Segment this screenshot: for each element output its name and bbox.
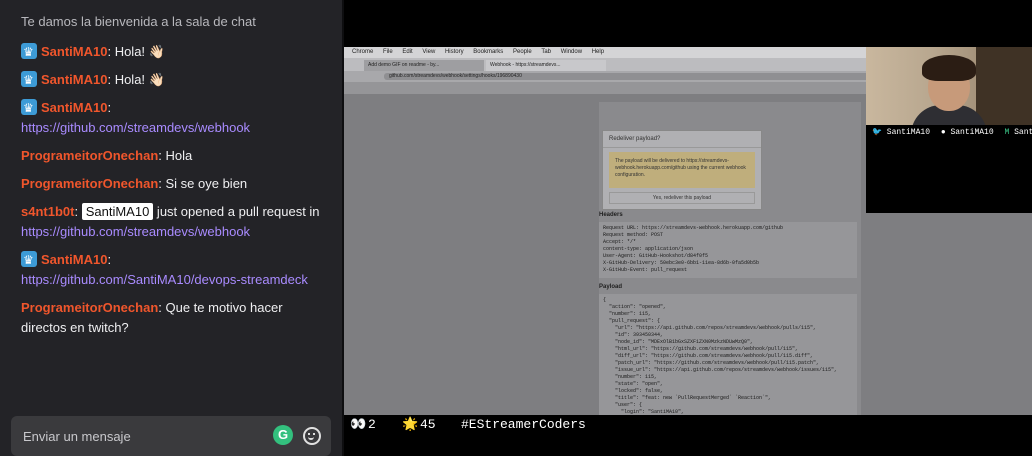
social-handle: SantiMA10	[886, 128, 930, 137]
chat-message: SantiMA10: https://github.com/SantiMA10/…	[21, 89, 709, 290]
social-handles: 🐦 SantiMA10 ● SantiMA10 M Santi	[866, 125, 1032, 141]
browser-tab: Webhook - https://streamdevs...	[486, 60, 606, 71]
modal-redeliver-button: Yes, redeliver this payload	[609, 192, 755, 204]
chat-username[interactable]: SantiMA10	[41, 44, 107, 59]
chat-text: just opened a pull request in	[153, 204, 320, 219]
headers-code: Request URL: https://streamdevs-webhook.…	[599, 222, 857, 278]
prime-crown-badge-icon[interactable]	[21, 250, 37, 270]
chat-link[interactable]: https://github.com/SantiMA10/devops-stre…	[21, 272, 308, 287]
chat-message: SantiMA10: Hola! 👋🏻	[21, 42, 709, 167]
chat-message: ProgrameitorOnechan: Si se oye bien	[21, 174, 326, 194]
chat-username[interactable]: SantiMA10	[41, 252, 107, 267]
chat-text: : Hola! 👋🏻	[107, 72, 165, 87]
chat-username[interactable]: SantiMA10	[41, 72, 107, 87]
mac-menu-item: Edit	[402, 49, 413, 55]
modal-body: The payload will be delivered to https:/…	[609, 152, 755, 188]
mac-menu-item: History	[444, 49, 464, 55]
mac-menu-item: Window	[560, 49, 583, 55]
chat-username[interactable]: ProgrameitorOnechan	[21, 148, 158, 163]
twitter-icon: 🐦	[872, 128, 882, 137]
emoji-picker-icon[interactable]	[303, 427, 321, 445]
webcam-shelf	[976, 47, 1032, 125]
mac-menu-item: View	[422, 49, 436, 55]
browser-url: github.com/streamdevs/webhook/settings/h…	[384, 73, 889, 80]
chat-username[interactable]: s4nt1b0t	[21, 204, 74, 219]
prime-crown-badge-icon[interactable]	[21, 98, 37, 118]
chat-link[interactable]: https://github.com/streamdevs/webhook	[21, 224, 250, 239]
prime-crown-badge-icon[interactable]	[21, 70, 37, 90]
overlay-black-area	[866, 141, 1032, 213]
mac-menu-item: Chrome	[352, 49, 374, 55]
webcam-person-hair	[922, 55, 976, 81]
chat-text: :	[107, 100, 112, 115]
chat-mention[interactable]: SantiMA10	[81, 203, 154, 220]
social-handle: SantiMA10	[950, 128, 994, 137]
chat-input-placeholder: Enviar un mensaje	[23, 429, 131, 444]
mac-menu-item: Tab	[541, 49, 552, 55]
headers-label: Headers	[599, 212, 623, 218]
dev-icon: M	[1004, 128, 1010, 137]
chat-text: : Si se oye bien	[158, 176, 248, 191]
chat-text: : Hola	[158, 148, 193, 163]
chat-text: :	[107, 252, 112, 267]
chat-message: ProgrameitorOnechan: Hola	[21, 146, 326, 166]
modal-title: Redeliver payload?	[603, 131, 761, 148]
chat-username[interactable]: SantiMA10	[41, 100, 107, 115]
stream-bottom-bar: 👀 2 🌟 45 #EStreamerCoders	[344, 415, 1032, 456]
social-handle: Santi	[1014, 128, 1032, 137]
chat-input[interactable]: Enviar un mensaje G	[11, 416, 331, 456]
chat-username[interactable]: ProgrameitorOnechan	[21, 300, 158, 315]
chat-message: SantiMA10: Hola! 👋🏻	[21, 70, 709, 167]
coin-count: 45	[420, 417, 436, 432]
payload-label: Payload	[599, 284, 623, 290]
viewer-count: 2	[368, 417, 376, 432]
prime-crown-badge-icon[interactable]	[21, 42, 37, 62]
mac-menu-item: File	[383, 49, 393, 55]
coin-icon: 🌟	[402, 417, 419, 432]
chat-message: s4nt1b0t: SantiMA10 just opened a pull r…	[21, 202, 326, 242]
chat-text: : Hola! 👋🏻	[107, 44, 165, 59]
chat-text: :	[74, 204, 79, 219]
grammarly-icon[interactable]: G	[273, 425, 293, 445]
chat-username[interactable]: ProgrameitorOnechan	[21, 176, 158, 191]
mac-menu-item: Help	[591, 49, 605, 55]
video-player[interactable]: Chrome File Edit View History Bookmarks …	[344, 0, 1032, 456]
mac-menu-item: Bookmarks	[473, 49, 504, 55]
github-icon: ●	[940, 128, 946, 137]
chat-link[interactable]: https://github.com/streamdevs/webhook	[21, 120, 250, 135]
chat-messages: SantiMA10: Hola! 👋🏻 SantiMA10: Hola! 👋🏻 …	[21, 42, 709, 346]
eyes-icon: 👀	[350, 417, 367, 432]
hashtag: #EStreamerCoders	[461, 417, 586, 432]
webcam-overlay	[866, 47, 1032, 125]
chat-panel: Te damos la bienvenida a la sala de chat…	[0, 0, 709, 456]
browser-tab: Add demo GIF on readme - by...	[364, 60, 484, 71]
chat-message: ProgrameitorOnechan: Que te motivo hacer…	[21, 298, 326, 338]
mac-menu-item: People	[512, 49, 532, 55]
payload-code: { "action": "opened", "number": 115, "pu…	[599, 294, 857, 415]
chat-message: SantiMA10: https://github.com/streamdevs…	[21, 89, 709, 167]
chat-welcome: Te damos la bienvenida a la sala de chat	[21, 14, 256, 29]
redeliver-modal: Redeliver payload? The payload will be d…	[602, 130, 762, 210]
